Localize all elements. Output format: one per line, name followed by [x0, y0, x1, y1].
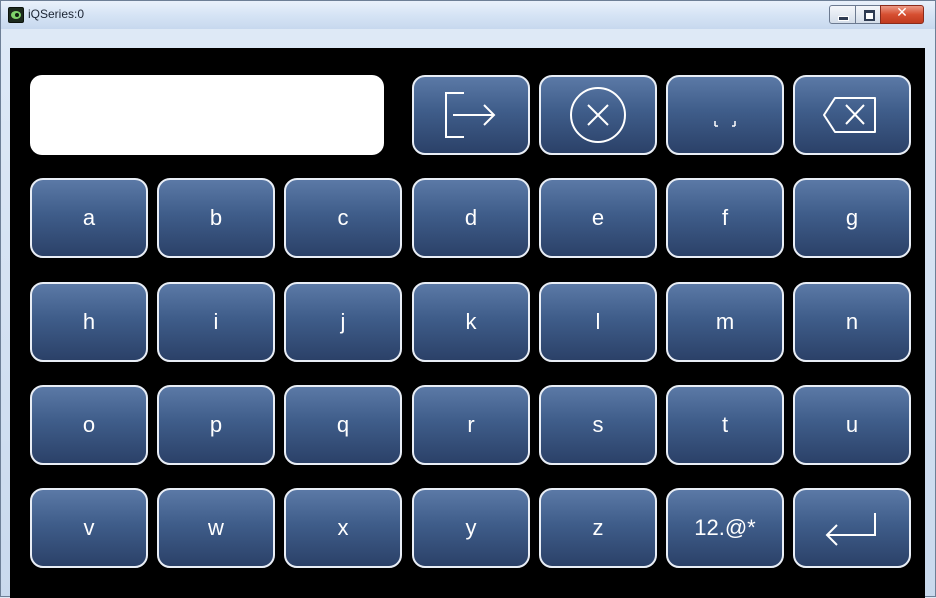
text-input-display[interactable] [30, 75, 384, 155]
key-v[interactable]: v [30, 488, 148, 568]
key-t[interactable]: t [666, 385, 784, 465]
key-i[interactable]: i [157, 282, 275, 362]
key-y[interactable]: y [412, 488, 530, 568]
exit-button[interactable] [412, 75, 530, 155]
key-u[interactable]: u [793, 385, 911, 465]
close-button[interactable]: ✕ [880, 5, 924, 24]
backspace-button[interactable] [793, 75, 911, 155]
key-r[interactable]: r [412, 385, 530, 465]
key-w[interactable]: w [157, 488, 275, 568]
enter-button[interactable] [793, 488, 911, 568]
key-d[interactable]: d [412, 178, 530, 258]
enter-icon [825, 513, 876, 546]
key-e[interactable]: e [539, 178, 657, 258]
key-p[interactable]: p [157, 385, 275, 465]
cancel-button[interactable] [539, 75, 657, 155]
symbols-toggle-button[interactable]: 12.@* [666, 488, 784, 568]
key-b[interactable]: b [157, 178, 275, 258]
keyboard-panel: a b c d e f g h i j k l m n o p q r s t … [10, 48, 925, 598]
key-o[interactable]: o [30, 385, 148, 465]
close-icon: ✕ [896, 5, 908, 21]
key-n[interactable]: n [793, 282, 911, 362]
app-window: iQSeries:0 ✕ a b c d e f g h i j k l m n… [0, 0, 936, 598]
minimize-button[interactable] [829, 5, 856, 24]
key-m[interactable]: m [666, 282, 784, 362]
key-k[interactable]: k [412, 282, 530, 362]
key-l[interactable]: l [539, 282, 657, 362]
key-j[interactable]: j [284, 282, 402, 362]
window-title: iQSeries:0 [28, 7, 85, 21]
title-bar[interactable]: iQSeries:0 ✕ [1, 1, 935, 29]
cancel-icon [570, 87, 626, 143]
maximize-button[interactable] [855, 5, 881, 24]
space-button[interactable] [666, 75, 784, 155]
exit-icon [445, 92, 496, 138]
key-a[interactable]: a [30, 178, 148, 258]
key-f[interactable]: f [666, 178, 784, 258]
key-z[interactable]: z [539, 488, 657, 568]
key-s[interactable]: s [539, 385, 657, 465]
eye-icon [8, 7, 24, 23]
key-g[interactable]: g [793, 178, 911, 258]
key-c[interactable]: c [284, 178, 402, 258]
backspace-icon [823, 97, 876, 133]
key-q[interactable]: q [284, 385, 402, 465]
key-x[interactable]: x [284, 488, 402, 568]
space-icon [714, 121, 736, 127]
key-h[interactable]: h [30, 282, 148, 362]
